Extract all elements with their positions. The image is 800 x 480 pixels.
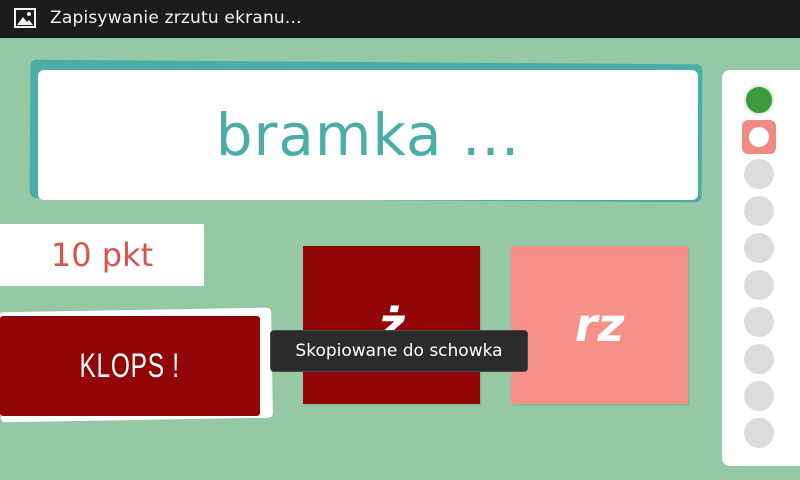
answer-tile-z[interactable]: ż — [303, 246, 480, 404]
status-bar: Zapisywanie zrzutu ekranu... — [0, 0, 800, 38]
progress-dot-pending — [744, 270, 774, 300]
progress-dot-pending — [744, 344, 774, 374]
toast-message: Skopiowane do schowka — [270, 330, 528, 372]
klops-button-label: KLOPS ! — [79, 346, 181, 385]
toast-text: Skopiowane do schowka — [295, 341, 503, 361]
progress-dot-correct — [744, 85, 774, 115]
progress-dot-pending — [744, 196, 774, 226]
progress-dot-pending — [744, 233, 774, 263]
answer-label: rz — [574, 298, 625, 352]
score-text: 10 pkt — [50, 236, 154, 274]
progress-dot-current — [749, 127, 769, 147]
progress-dot-pending — [744, 418, 774, 448]
progress-panel — [722, 70, 800, 466]
status-notification-text: Zapisywanie zrzutu ekranu... — [50, 8, 302, 28]
progress-dot-pending — [744, 381, 774, 411]
progress-dot-pending — [744, 159, 774, 189]
question-word: bramka ... — [215, 101, 521, 169]
image-icon — [14, 8, 36, 28]
klops-button[interactable]: KLOPS ! — [0, 316, 260, 416]
score-box: 10 pkt — [0, 224, 204, 286]
progress-dot-pending — [744, 307, 774, 337]
word-card: bramka ... — [38, 70, 698, 200]
answer-tile-rz[interactable]: rz — [511, 246, 688, 404]
